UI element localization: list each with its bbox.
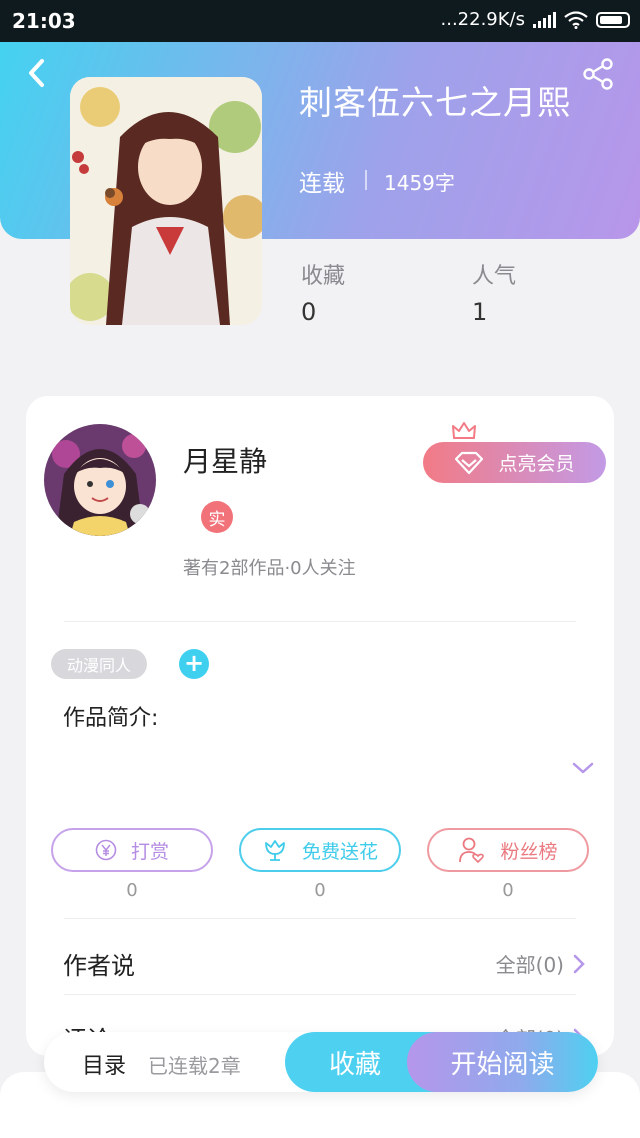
- fan-user-icon: [459, 837, 485, 864]
- book-word-count: 1459字: [384, 171, 455, 195]
- fan-ranking-label: 粉丝榜: [500, 840, 558, 863]
- divider: [64, 918, 576, 919]
- genre-tag[interactable]: 动漫同人: [51, 649, 147, 679]
- start-reading-label: 开始阅读: [450, 1049, 555, 1080]
- tip-button-label: 打赏: [130, 840, 169, 863]
- back-button[interactable]: [22, 56, 52, 90]
- start-reading-button[interactable]: 开始阅读: [407, 1032, 598, 1092]
- yuan-icon: [95, 839, 117, 861]
- diamond-icon: [455, 451, 484, 474]
- favorite-button-label: 收藏: [328, 1049, 381, 1080]
- chevron-right-icon: [573, 954, 585, 973]
- status-divider: [365, 170, 367, 190]
- network-speed: ...22.9K/s: [440, 9, 526, 30]
- add-tag-button[interactable]: +: [179, 649, 209, 679]
- author-says-all-label: 全部(0): [495, 953, 564, 977]
- author-name[interactable]: 月星静: [183, 440, 267, 480]
- tip-button[interactable]: 打赏: [51, 828, 213, 872]
- flower-count: 0: [314, 880, 326, 901]
- send-flower-label: 免费送花: [301, 840, 378, 863]
- status-bar: 21:03 ...22.9K/s: [0, 0, 640, 42]
- battery-icon: [596, 11, 630, 28]
- status-time: 21:03: [12, 9, 76, 33]
- toc-button[interactable]: 目录: [82, 1048, 126, 1080]
- tip-count: 0: [126, 880, 138, 901]
- divider: [64, 621, 576, 622]
- status-icons: ...22.9K/s: [440, 9, 630, 30]
- author-says-all-link[interactable]: 全部(0): [496, 949, 586, 978]
- stat-favorites-value: 0: [301, 298, 317, 326]
- book-detail-card: 月星静 实 著有2部作品·0人关注 点亮会员 动漫同人 + 作品简介: 打赏 免…: [26, 396, 614, 1056]
- author-meta: 著有2部作品·0人关注: [183, 558, 356, 579]
- stat-popularity-label: 人气: [472, 264, 517, 289]
- intro-label: 作品简介:: [63, 706, 159, 731]
- stat-favorites-label: 收藏: [301, 264, 346, 289]
- book-status: 连载: [299, 171, 345, 197]
- chapter-count: 已连载2章: [148, 1054, 241, 1078]
- flower-icon: [265, 840, 285, 861]
- send-flower-button[interactable]: 免费送花: [239, 828, 401, 872]
- bottom-action-bar: 目录 已连载2章 收藏 开始阅读: [44, 1032, 598, 1092]
- signal-icon: [533, 11, 556, 28]
- stat-popularity-value: 1: [472, 298, 488, 326]
- book-title: 刺客伍六七之月熙: [299, 83, 571, 122]
- author-avatar[interactable]: [44, 424, 156, 536]
- divider: [64, 994, 576, 995]
- vip-button-label: 点亮会员: [498, 453, 575, 475]
- verified-badge: 实: [201, 501, 233, 533]
- fan-ranking-button[interactable]: 粉丝榜: [427, 828, 589, 872]
- wifi-icon: [564, 10, 588, 29]
- author-says-title: 作者说: [63, 952, 135, 980]
- fan-count: 0: [502, 880, 514, 901]
- crown-icon: [452, 422, 476, 439]
- vip-button[interactable]: 点亮会员: [423, 442, 606, 483]
- chevron-down-icon[interactable]: [571, 759, 595, 777]
- share-button[interactable]: [580, 56, 616, 92]
- book-cover-image[interactable]: [70, 77, 262, 325]
